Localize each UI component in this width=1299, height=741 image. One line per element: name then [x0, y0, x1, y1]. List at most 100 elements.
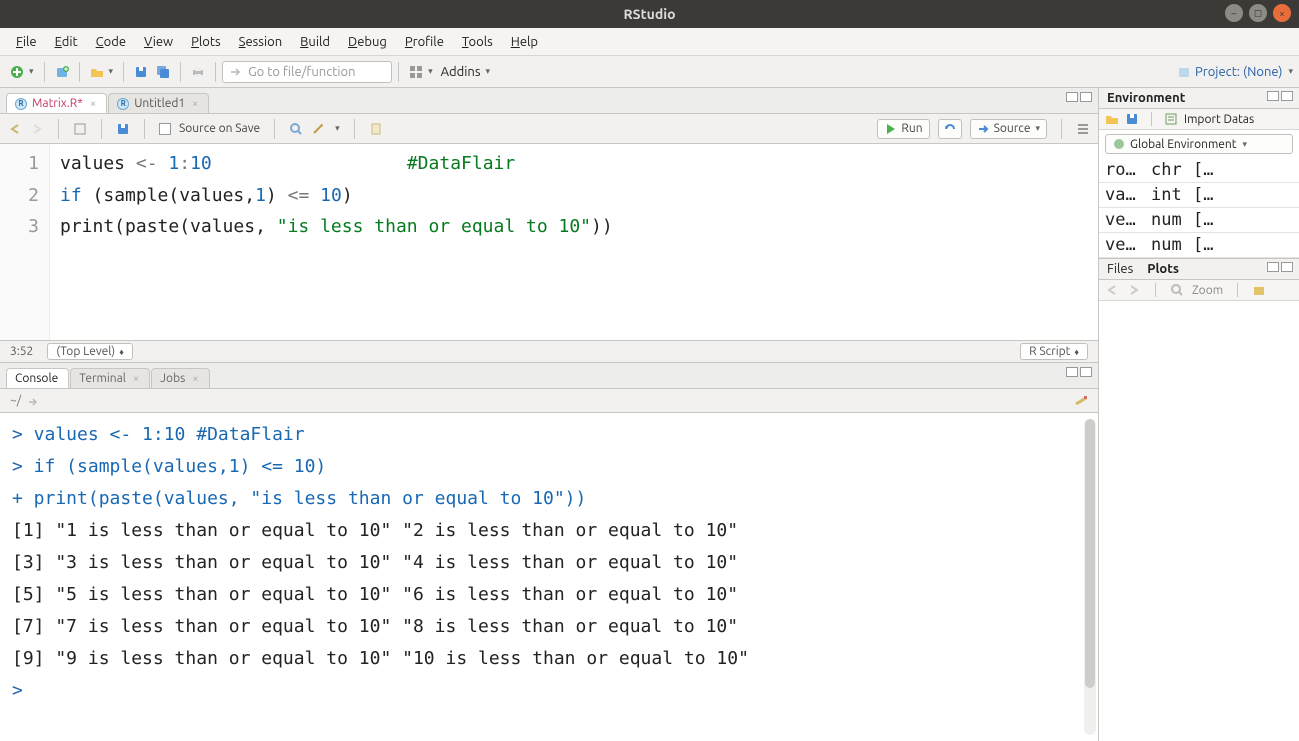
globe-icon — [1112, 137, 1126, 151]
zoom-icon — [1170, 283, 1184, 297]
load-workspace-icon[interactable] — [1105, 112, 1119, 126]
run-button[interactable]: Run — [877, 119, 929, 139]
code-content[interactable]: values <- 1:10 #DataFlairif (sample(valu… — [50, 144, 623, 340]
console-path-bar: ~/ — [0, 389, 1098, 413]
project-menu[interactable]: Project: (None) ▾ — [1177, 65, 1293, 79]
save-all-button[interactable] — [152, 63, 174, 81]
save-icon[interactable] — [116, 122, 130, 136]
menu-debug[interactable]: Debug — [340, 31, 395, 53]
forward-icon[interactable] — [30, 122, 44, 136]
main-area: RMatrix.R*×RUntitled1× Source on Save ▾ — [0, 88, 1299, 741]
rerun-button[interactable] — [938, 119, 962, 139]
goto-file-input[interactable]: Go to file/function — [222, 61, 392, 83]
zoom-button[interactable]: Zoom — [1192, 284, 1223, 297]
source-icon — [977, 122, 991, 136]
window-controls: – ◻ × — [1225, 4, 1291, 22]
console-path: ~/ — [10, 394, 21, 407]
goto-placeholder: Go to file/function — [248, 65, 355, 79]
popout-icon[interactable] — [73, 122, 87, 136]
console-scrollbar[interactable] — [1084, 419, 1096, 735]
pane-minimize-button[interactable] — [1267, 262, 1279, 272]
minimize-button[interactable]: – — [1225, 4, 1243, 22]
scope-selector[interactable]: (Top Level) ♦ — [47, 343, 133, 360]
close-tab-icon[interactable]: × — [192, 98, 198, 110]
console-tab-console[interactable]: Console — [6, 368, 69, 388]
folder-open-icon — [90, 65, 104, 79]
console-tab-jobs[interactable]: Jobs× — [151, 368, 209, 388]
filetype-selector[interactable]: R Script ♦ — [1020, 343, 1088, 360]
pane-minimize-button[interactable] — [1066, 367, 1078, 377]
maximize-button[interactable]: ◻ — [1249, 4, 1267, 22]
editor-tab[interactable]: RMatrix.R*× — [6, 93, 107, 113]
grid-button[interactable]: ▾ — [405, 63, 437, 81]
close-button[interactable]: × — [1273, 4, 1291, 22]
close-tab-icon[interactable]: × — [90, 98, 96, 110]
environment-tab[interactable]: Environment — [1099, 88, 1299, 109]
menu-profile[interactable]: Profile — [397, 31, 452, 53]
environment-scope-selector[interactable]: Global Environment ▾ — [1105, 134, 1293, 154]
env-row[interactable]: ve…num[… — [1099, 208, 1299, 233]
console-tab-terminal[interactable]: Terminal× — [70, 368, 150, 388]
environment-toolbar: Import Datas — [1099, 109, 1299, 130]
left-column: RMatrix.R*×RUntitled1× Source on Save ▾ — [0, 88, 1099, 741]
editor-statusbar: 3:52 (Top Level) ♦ R Script ♦ — [0, 340, 1098, 362]
environment-pane: Environment Import Datas Global Environm… — [1099, 88, 1299, 259]
goto-arrow-icon — [229, 65, 243, 79]
export-plot-icon[interactable] — [1252, 283, 1266, 297]
cursor-position: 3:52 — [10, 345, 33, 358]
menu-edit[interactable]: Edit — [47, 31, 86, 53]
run-arrow-icon — [884, 122, 898, 136]
print-button[interactable] — [187, 63, 209, 81]
save-workspace-icon[interactable] — [1125, 112, 1139, 126]
wand-icon[interactable] — [311, 122, 325, 136]
import-dataset-button[interactable]: Import Datas — [1184, 113, 1254, 126]
pane-maximize-button[interactable] — [1080, 367, 1092, 377]
tab-plots[interactable]: Plots — [1147, 262, 1179, 276]
next-plot-icon[interactable] — [1127, 283, 1141, 297]
close-tab-icon[interactable]: × — [133, 373, 139, 385]
notebook-icon[interactable] — [369, 122, 383, 136]
environment-grid[interactable]: ro…chr[…va…int[…ve…num[…ve…num[… — [1099, 158, 1299, 258]
menu-tools[interactable]: Tools — [454, 31, 501, 53]
new-file-button[interactable]: ▾ — [6, 63, 38, 81]
menu-view[interactable]: View — [136, 31, 181, 53]
editor-toolbar: Source on Save ▾ Run Source ▾ — [0, 114, 1098, 144]
code-editor[interactable]: 123 values <- 1:10 #DataFlairif (sample(… — [0, 144, 1098, 340]
editor-tab[interactable]: RUntitled1× — [108, 93, 209, 113]
popout-icon[interactable] — [27, 395, 39, 407]
right-column: Environment Import Datas Global Environm… — [1099, 88, 1299, 741]
menu-plots[interactable]: Plots — [183, 31, 229, 53]
find-icon[interactable] — [289, 122, 303, 136]
pane-maximize-button[interactable] — [1281, 262, 1293, 272]
env-row[interactable]: ro…chr[… — [1099, 158, 1299, 183]
env-row[interactable]: ve…num[… — [1099, 233, 1299, 258]
save-all-icon — [156, 65, 170, 79]
pane-minimize-button[interactable] — [1267, 91, 1279, 101]
main-toolbar: ▾ ▾ Go to file/function ▾ Addins ▾ Proje… — [0, 56, 1299, 88]
env-row[interactable]: va…int[… — [1099, 183, 1299, 208]
menu-code[interactable]: Code — [88, 31, 134, 53]
r-file-icon: R — [117, 98, 129, 110]
plots-pane: Files Plots Zoom — [1099, 259, 1299, 741]
menu-file[interactable]: File — [8, 31, 45, 53]
source-on-save-checkbox[interactable] — [159, 123, 171, 135]
console-output[interactable]: > values <- 1:10 #DataFlair> if (sample(… — [0, 413, 1098, 741]
menu-session[interactable]: Session — [231, 31, 290, 53]
bottom-right-tabs: Files Plots — [1099, 259, 1299, 280]
close-tab-icon[interactable]: × — [192, 373, 198, 385]
prev-plot-icon[interactable] — [1105, 283, 1119, 297]
pane-maximize-button[interactable] — [1080, 92, 1092, 102]
save-button[interactable] — [130, 63, 152, 81]
new-project-button[interactable] — [51, 63, 73, 81]
open-file-button[interactable]: ▾ — [86, 63, 118, 81]
pane-maximize-button[interactable] — [1281, 91, 1293, 101]
back-icon[interactable] — [8, 122, 22, 136]
menu-help[interactable]: Help — [503, 31, 546, 53]
clear-console-icon[interactable] — [1074, 394, 1088, 408]
addins-button[interactable]: Addins ▾ — [437, 63, 494, 81]
tab-files[interactable]: Files — [1107, 262, 1133, 276]
outline-icon[interactable] — [1076, 122, 1090, 136]
source-button[interactable]: Source ▾ — [970, 119, 1047, 139]
menu-build[interactable]: Build — [292, 31, 338, 53]
pane-minimize-button[interactable] — [1066, 92, 1078, 102]
